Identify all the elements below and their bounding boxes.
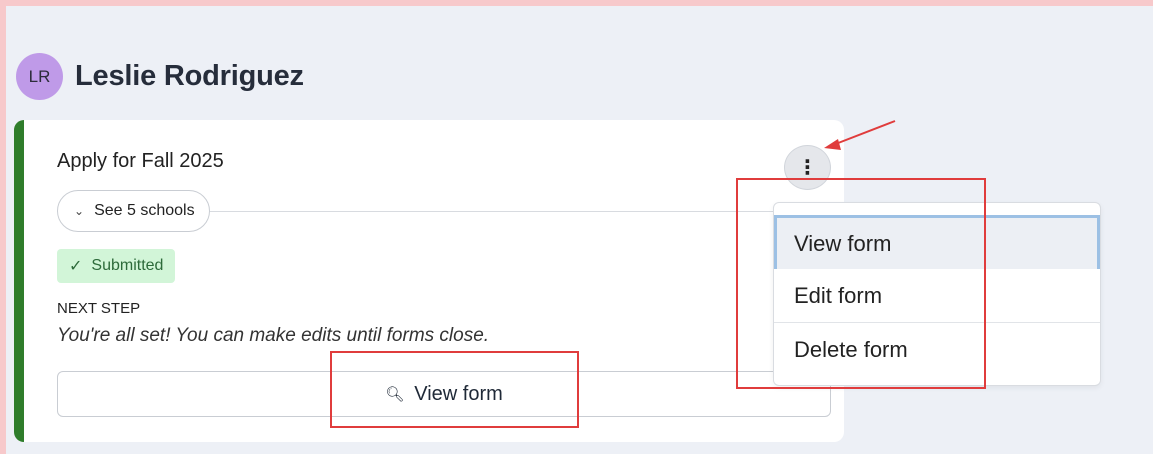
chevron-down-icon: ⌄ (74, 204, 85, 218)
next-step-text: You're all set! You can make edits until… (57, 325, 490, 346)
menu-item-view-form[interactable]: View form (774, 215, 1100, 269)
page: LR Leslie Rodriguez Apply for Fall 2025 … (6, 6, 1153, 454)
status-badge: ✓ Submitted (57, 249, 176, 283)
application-card: Apply for Fall 2025 ⋮ ⌄ See 5 schools ✓ … (14, 120, 844, 442)
menu-item-edit-form[interactable]: Edit form (774, 269, 1100, 323)
view-form-button[interactable]: 🔍︎ View form (57, 371, 831, 417)
options-menu: View form Edit form Delete form (773, 202, 1101, 386)
search-icon: 🔍︎ (385, 386, 405, 403)
avatar-initials: LR (28, 66, 51, 86)
status-badge-label: Submitted (91, 257, 164, 274)
applicant-name: Leslie Rodriguez (75, 60, 304, 92)
view-form-button-label: View form (414, 382, 503, 405)
see-schools-toggle[interactable]: ⌄ See 5 schools (57, 190, 210, 232)
schools-row: ⌄ See 5 schools (57, 190, 837, 232)
next-step-label: NEXT STEP (57, 300, 141, 317)
see-schools-label: See 5 schools (94, 202, 195, 219)
more-options-button[interactable]: ⋮ (784, 145, 831, 190)
menu-item-delete-form[interactable]: Delete form (774, 323, 1100, 377)
check-icon: ✓ (69, 258, 83, 275)
applicant-header: LR Leslie Rodriguez (16, 53, 304, 100)
card-title: Apply for Fall 2025 (57, 150, 224, 172)
avatar: LR (16, 53, 63, 100)
kebab-icon: ⋮ (797, 157, 818, 179)
